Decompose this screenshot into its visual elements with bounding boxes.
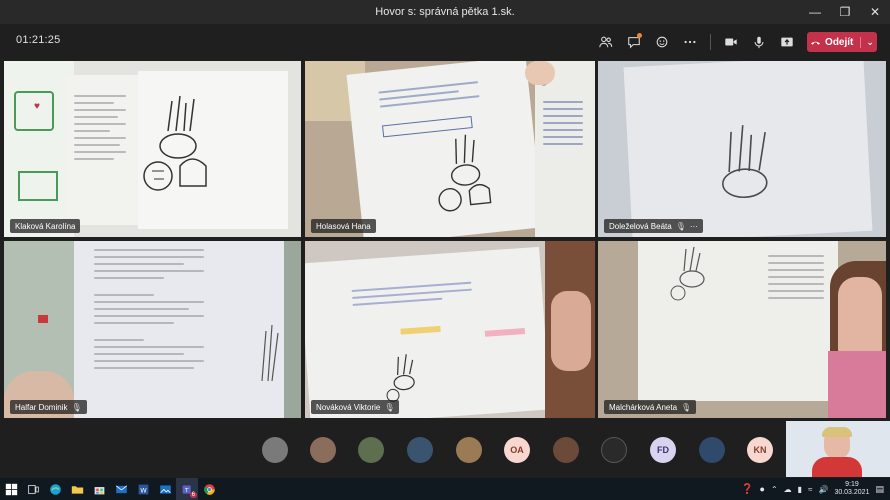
hang-up-icon <box>811 41 821 45</box>
reactions-button[interactable] <box>648 30 676 54</box>
drawing-sketch <box>261 324 279 381</box>
video-tile-1[interactable]: ♥ Klaková Karolína <box>4 61 301 237</box>
clock-date: 30.03.2021 <box>834 489 870 496</box>
chevron-up-icon[interactable]: ⌃ <box>771 485 778 494</box>
mic-muted-icon: 🎙 <box>681 402 692 412</box>
taskbar-photos[interactable] <box>154 478 176 500</box>
clock[interactable]: 9:19 30.03.2021 <box>834 481 869 497</box>
share-screen-button[interactable] <box>773 30 801 54</box>
more-icon <box>684 40 696 44</box>
task-view-icon <box>27 484 39 494</box>
chrome-icon <box>203 483 215 495</box>
more-actions-button[interactable] <box>676 30 704 54</box>
mic-muted-icon: 🎙 <box>71 402 82 412</box>
taskbar-store[interactable] <box>88 478 110 500</box>
notifications-icon[interactable]: ▤ <box>875 484 884 495</box>
minimize-button[interactable]: — <box>800 0 830 24</box>
photos-icon <box>159 484 171 494</box>
mail-icon <box>115 485 127 493</box>
drawing-easter-basket <box>670 246 705 301</box>
maximize-button[interactable]: ❐ <box>830 0 860 24</box>
participant-avatar[interactable] <box>358 437 384 463</box>
wifi-icon[interactable]: ≈ <box>808 485 812 494</box>
taskbar-file-explorer[interactable] <box>66 478 88 500</box>
leave-button[interactable]: Odejít ⌄ <box>807 32 877 52</box>
onedrive-icon[interactable]: ☁ <box>784 485 792 494</box>
participant-avatar[interactable] <box>601 437 627 463</box>
participant-avatar[interactable] <box>407 437 433 463</box>
participant-name-tag: Holasová Hana <box>311 219 376 233</box>
tray-people-icon[interactable]: ● <box>760 484 765 494</box>
participant-avatar[interactable] <box>456 437 482 463</box>
mic-muted-icon: 🎙 <box>675 221 686 231</box>
windows-logo-icon <box>5 483 17 495</box>
system-tray: ❓ ● ⌃ ☁ ▮ ≈ 🔊 9:19 30.03.2021 ▤ <box>741 478 890 500</box>
drawing-easter-basket <box>722 125 768 199</box>
video-tile-4[interactable]: Halfar Dominik 🎙 <box>4 241 301 418</box>
store-icon <box>94 486 104 494</box>
participant-avatar-fd[interactable]: FD <box>650 437 676 463</box>
leave-label: Odejít <box>825 36 854 48</box>
folder-icon <box>71 485 83 494</box>
participant-avatar-kn[interactable]: KN <box>747 437 773 463</box>
participant-name-tag: Doleželová Beáta 🎙 ··· <box>604 219 703 233</box>
self-view-video[interactable] <box>786 421 890 477</box>
participant-avatar[interactable] <box>262 437 288 463</box>
participant-avatar[interactable] <box>310 437 336 463</box>
microphone-button[interactable] <box>745 30 773 54</box>
camera-button[interactable] <box>717 30 745 54</box>
drawing-easter-basket <box>438 134 492 212</box>
participants-button[interactable] <box>592 30 620 54</box>
meeting-timer: 01:21:25 <box>16 34 61 46</box>
participant-name-tag: Malchárková Aneta 🎙 <box>604 400 697 414</box>
taskbar-teams[interactable]: T 6 <box>176 478 198 500</box>
help-icon[interactable]: ❓ <box>741 484 753 495</box>
people-icon <box>599 36 613 48</box>
video-tile-6[interactable]: Malchárková Aneta 🎙 <box>598 241 886 418</box>
chat-button[interactable] <box>620 30 648 54</box>
taskbar-mail[interactable] <box>110 478 132 500</box>
participant-avatar[interactable] <box>553 437 579 463</box>
drawing-easter-basket <box>386 354 415 402</box>
share-icon <box>781 37 793 47</box>
meeting-toolbar: 01:21:25 Odejít ⌄ <box>0 24 890 60</box>
meeting-tools <box>592 30 801 54</box>
microphone-icon <box>754 36 764 49</box>
participant-name-tag: Nováková Viktorie 🎙 <box>311 400 400 414</box>
taskbar-word[interactable]: W <box>132 478 154 500</box>
volume-icon[interactable]: 🔊 <box>818 485 828 494</box>
svg-text:W: W <box>140 486 147 494</box>
window-controls: — ❐ ✕ <box>800 0 890 24</box>
chevron-down-icon[interactable]: ⌄ <box>860 36 874 48</box>
camera-icon <box>725 38 737 46</box>
window-title: Hovor s: správná pětka 1.sk. <box>375 6 515 18</box>
drawing-easter-basket <box>143 95 207 191</box>
taskbar-edge[interactable] <box>44 478 66 500</box>
hand-icon <box>656 36 668 48</box>
taskbar-chrome[interactable] <box>198 478 220 500</box>
mic-muted-icon: 🎙 <box>384 402 395 412</box>
word-icon: W <box>138 484 148 494</box>
task-view-button[interactable] <box>22 478 44 500</box>
battery-icon[interactable]: ▮ <box>798 485 802 494</box>
more-options-icon[interactable]: ··· <box>690 222 698 231</box>
edge-icon <box>49 483 61 495</box>
chat-notification-dot <box>637 33 642 38</box>
participant-name-tag: Klaková Karolína <box>10 219 81 233</box>
svg-text:T: T <box>183 487 188 493</box>
participant-avatar-oa[interactable]: OA <box>504 437 530 463</box>
teams-meeting-window: Hovor s: správná pětka 1.sk. — ❐ ✕ 01:21… <box>0 0 890 500</box>
clock-time: 9:19 <box>845 481 859 488</box>
video-tile-2[interactable]: J Holasová Hana <box>305 61 595 237</box>
windows-taskbar: W T 6 ❓ ● ⌃ ☁ ▮ ≈ 🔊 9:19 30.03.2021 ▤ <box>0 478 890 500</box>
title-bar: Hovor s: správná pětka 1.sk. — ❐ ✕ <box>0 0 890 24</box>
video-tile-5[interactable]: Nováková Viktorie 🎙 <box>305 241 595 418</box>
participant-avatar[interactable] <box>699 437 725 463</box>
participant-name-tag: Halfar Dominik 🎙 <box>10 400 87 414</box>
video-tile-3[interactable]: Doleželová Beáta 🎙 ··· <box>598 61 886 237</box>
start-button[interactable] <box>0 478 22 500</box>
teams-badge: 6 <box>189 492 197 498</box>
close-button[interactable]: ✕ <box>860 0 890 24</box>
toolbar-divider <box>710 34 711 50</box>
